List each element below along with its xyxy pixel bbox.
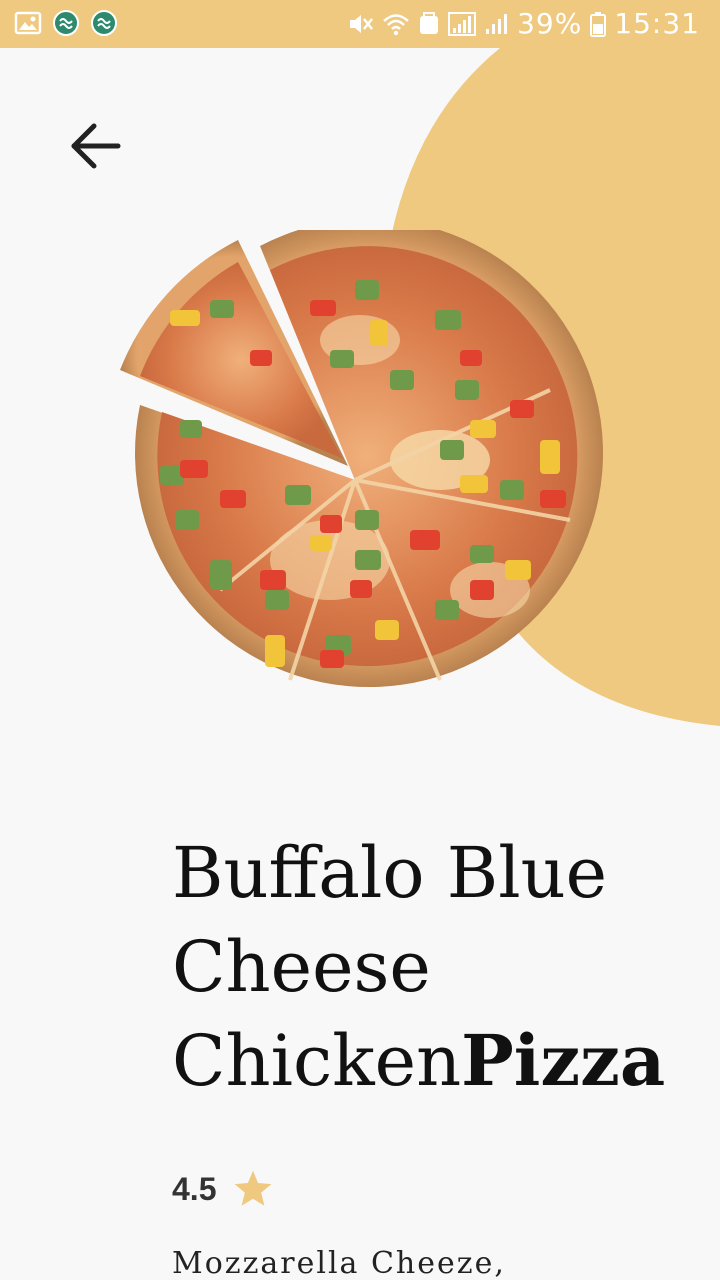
mute-icon bbox=[346, 10, 374, 38]
app-notification-icon bbox=[52, 9, 80, 37]
data-saver-icon bbox=[418, 10, 440, 38]
rating-value: 4.5 bbox=[172, 1170, 217, 1207]
product-title: Buffalo Blue Cheese ChickenPizza bbox=[172, 826, 692, 1108]
app-notification-icon-2 bbox=[90, 9, 118, 37]
clock: 15:31 bbox=[614, 7, 700, 40]
product-detail-screen: 39% 15:31 Buffalo Blue Cheese ChickenPiz… bbox=[0, 0, 720, 1280]
signal-icon-2 bbox=[484, 10, 510, 38]
system-status: 39% 15:31 bbox=[346, 7, 700, 40]
battery-icon bbox=[589, 10, 607, 38]
back-button[interactable] bbox=[56, 106, 136, 186]
arrow-left-icon bbox=[71, 123, 121, 169]
rating: 4.5 bbox=[172, 1168, 274, 1210]
battery-percent: 39% bbox=[517, 7, 583, 40]
pizza-image bbox=[120, 230, 604, 688]
star-icon bbox=[235, 1170, 272, 1206]
status-bar: 39% 15:31 bbox=[0, 0, 720, 48]
wifi-icon bbox=[381, 10, 411, 38]
product-category: Pizza bbox=[461, 1019, 666, 1102]
notification-icons bbox=[14, 9, 118, 37]
signal-icon bbox=[447, 10, 477, 38]
product-description: Mozzarella Cheeze, bbox=[172, 1246, 506, 1280]
gallery-notification-icon bbox=[14, 9, 42, 37]
